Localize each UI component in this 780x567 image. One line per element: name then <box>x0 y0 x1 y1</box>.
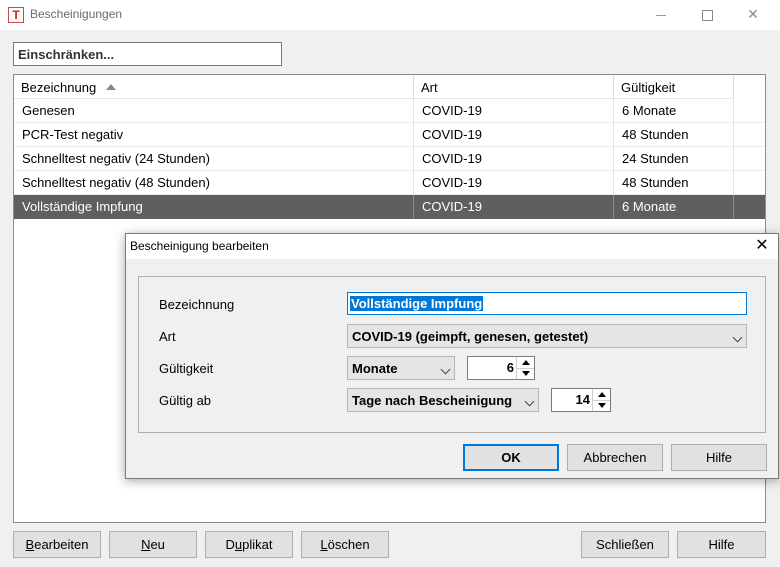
gueltig-ab-amount-value: 14 <box>575 392 590 407</box>
column-header-label: Bezeichnung <box>21 80 97 95</box>
gueltig-ab-amount-stepper[interactable]: 14 <box>551 388 611 412</box>
column-header-gueltigkeit[interactable]: Gültigkeit <box>614 75 734 99</box>
button-label: D <box>225 537 235 552</box>
bezeichnung-input[interactable]: Vollständige Impfung <box>347 292 747 315</box>
maximize-icon <box>701 9 713 21</box>
arrow-down-icon <box>522 371 530 376</box>
bearbeiten-button[interactable]: Bearbeiten <box>13 531 101 558</box>
gueltigkeit-unit-select[interactable]: Monate <box>347 356 455 380</box>
column-header-art[interactable]: Art <box>414 75 614 99</box>
sort-ascending-icon <box>106 84 117 90</box>
cell-gueltigkeit: 48 Stunden <box>614 123 734 147</box>
button-label: earbeiten <box>34 537 89 552</box>
duplikat-button[interactable]: Duplikat <box>205 531 293 558</box>
table-row[interactable]: Genesen COVID-19 6 Monate <box>14 99 765 123</box>
label-bezeichnung: Bezeichnung <box>159 297 235 312</box>
cell-bezeichnung: Vollständige Impfung <box>14 195 414 219</box>
edit-certificate-dialog: Bescheinigung bearbeiten ✕ Bezeichnung V… <box>125 233 779 479</box>
loeschen-button[interactable]: Löschen <box>301 531 389 558</box>
cell-art: COVID-19 <box>414 171 614 195</box>
filter-input[interactable] <box>13 42 282 66</box>
cell-art: COVID-19 <box>414 99 614 123</box>
column-header-bezeichnung[interactable]: Bezeichnung <box>14 75 414 99</box>
cell-bezeichnung: Schnelltest negativ (24 Stunden) <box>14 147 414 171</box>
art-select[interactable]: COVID-19 (geimpft, genesen, getestet) <box>347 324 747 348</box>
cell-art: COVID-19 <box>414 147 614 171</box>
cell-bezeichnung: Schnelltest negativ (48 Stunden) <box>14 171 414 195</box>
list-header: Bezeichnung Art Gültigkeit <box>14 75 765 99</box>
chevron-down-icon <box>440 364 451 375</box>
label-art: Art <box>159 329 176 344</box>
stepper-buttons <box>516 357 534 379</box>
label-gueltig-ab: Gültig ab <box>159 393 212 408</box>
cell-gueltigkeit: 6 Monate <box>614 99 734 123</box>
cell-gueltigkeit: 24 Stunden <box>614 147 734 171</box>
gueltig-ab-mode-select[interactable]: Tage nach Bescheinigung <box>347 388 539 412</box>
dialog-help-button[interactable]: Hilfe <box>671 444 767 471</box>
column-header-label: Art <box>421 80 438 95</box>
schliessen-button[interactable]: Schließen <box>581 531 669 558</box>
help-button[interactable]: Hilfe <box>677 531 766 558</box>
gueltigkeit-amount-stepper[interactable]: 6 <box>467 356 535 380</box>
neu-button[interactable]: Neu <box>109 531 197 558</box>
button-label: eu <box>150 537 165 552</box>
chevron-down-icon <box>524 396 535 407</box>
gueltig-ab-mode-value: Tage nach Bescheinigung <box>352 393 513 408</box>
table-row[interactable]: Schnelltest negativ (24 Stunden) COVID-1… <box>14 147 765 171</box>
ok-button[interactable]: OK <box>463 444 559 471</box>
bezeichnung-value: Vollständige Impfung <box>350 296 484 311</box>
cell-art: COVID-19 <box>414 195 614 219</box>
cell-bezeichnung: PCR-Test negativ <box>14 123 414 147</box>
maximize-button[interactable] <box>684 0 730 30</box>
window-title: Bescheinigungen <box>30 7 123 21</box>
table-row-selected[interactable]: Vollständige Impfung COVID-19 6 Monate <box>14 195 765 219</box>
dialog-close-button[interactable]: ✕ <box>746 234 778 259</box>
cell-art: COVID-19 <box>414 123 614 147</box>
mnemonic: L <box>320 537 328 552</box>
app-icon[interactable]: T <box>8 7 24 23</box>
arrow-up-icon <box>522 360 530 365</box>
close-icon: ✕ <box>747 6 759 22</box>
close-icon: ✕ <box>755 237 769 254</box>
dialog-fields-group: Bezeichnung Vollständige Impfung Art COV… <box>138 276 766 433</box>
art-value: COVID-19 (geimpft, genesen, getestet) <box>352 329 589 344</box>
arrow-up-icon <box>598 392 606 397</box>
button-label: öschen <box>327 537 370 552</box>
button-label: plikat <box>242 537 273 552</box>
mnemonic: B <box>25 537 35 552</box>
table-row[interactable]: Schnelltest negativ (48 Stunden) COVID-1… <box>14 171 765 195</box>
gueltigkeit-amount-value: 6 <box>506 360 514 375</box>
table-row[interactable]: PCR-Test negativ COVID-19 48 Stunden <box>14 123 765 147</box>
cell-gueltigkeit: 6 Monate <box>614 195 734 219</box>
chevron-down-icon <box>732 332 743 343</box>
column-header-label: Gültigkeit <box>621 80 676 95</box>
close-button[interactable]: ✕ <box>730 0 776 30</box>
arrow-down-icon <box>598 403 606 408</box>
cell-bezeichnung: Genesen <box>14 99 414 123</box>
stepper-buttons <box>592 389 610 411</box>
stepper-down-button[interactable] <box>593 400 610 411</box>
stepper-down-button[interactable] <box>517 368 534 379</box>
minimize-icon <box>656 14 666 16</box>
gueltigkeit-unit-value: Monate <box>352 361 398 376</box>
label-gueltigkeit: Gültigkeit <box>159 361 214 376</box>
dialog-title: Bescheinigung bearbeiten <box>130 239 269 253</box>
cell-gueltigkeit: 48 Stunden <box>614 171 734 195</box>
cancel-button[interactable]: Abbrechen <box>567 444 663 471</box>
minimize-button[interactable] <box>638 0 684 30</box>
